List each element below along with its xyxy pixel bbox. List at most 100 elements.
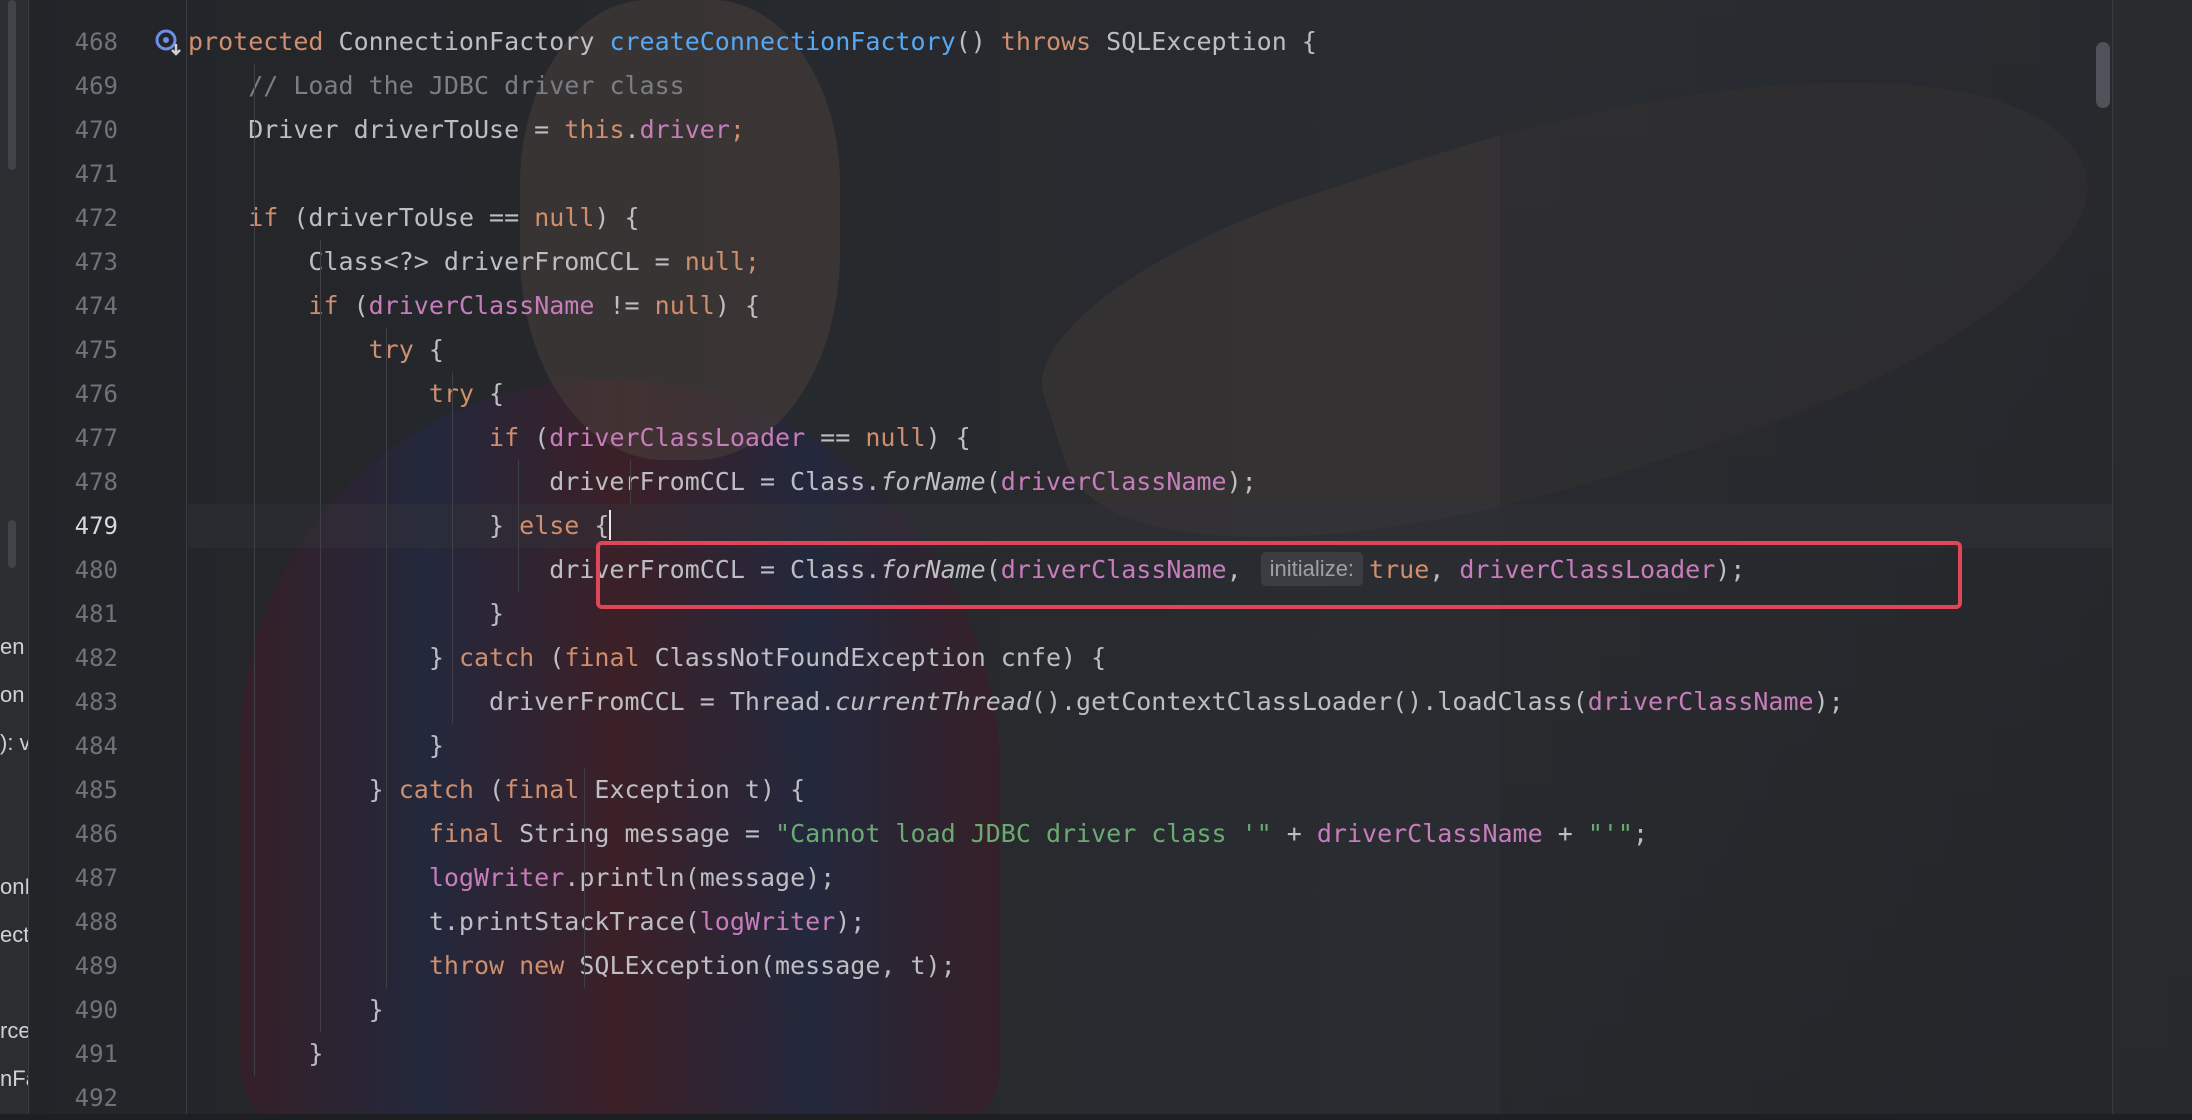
line-number[interactable]: 468	[28, 20, 118, 64]
code-token: }	[188, 995, 384, 1024]
code-token: logWriter	[428, 863, 565, 892]
code-line[interactable]: driverFromCCL = Thread.currentThread().g…	[188, 680, 2112, 724]
code-token: ) {	[714, 291, 761, 320]
project-panel-edge[interactable]: en on ): v onF ect rce nFa	[0, 0, 29, 1114]
code-token: ().getContextClassLoader().loadClass(	[1030, 687, 1588, 716]
line-number[interactable]: 483	[28, 680, 118, 724]
code-line[interactable]	[188, 1076, 2112, 1120]
code-token: try	[368, 335, 429, 364]
code-token: SQLException(message, t);	[579, 951, 956, 980]
line-number[interactable]: 487	[28, 856, 118, 900]
line-number[interactable]: 484	[28, 724, 118, 768]
line-number[interactable]: 469	[28, 64, 118, 108]
line-number-gutter[interactable]: 468 469 470 471 472 473 474 475 476 477 478 479 480 4…	[28, 0, 188, 1114]
code-token: String message =	[519, 819, 776, 848]
code-token: ()	[955, 27, 1001, 56]
code-token: .	[624, 115, 640, 144]
line-number[interactable]: 476	[28, 372, 118, 416]
line-number[interactable]: 478	[28, 460, 118, 504]
code-token: catch	[398, 775, 490, 804]
code-line[interactable]: try {	[188, 372, 2112, 416]
code-line[interactable]: protected ConnectionFactory createConnec…	[188, 20, 2112, 64]
line-number[interactable]: 490	[28, 988, 118, 1032]
code-token: (	[353, 291, 369, 320]
error-stripe[interactable]	[2112, 0, 2192, 1114]
code-token: ;	[1632, 819, 1649, 848]
line-number[interactable]: 473	[28, 240, 118, 284]
panel-text-fragment: nFa	[0, 1066, 28, 1091]
code-line[interactable]: } catch (final ClassNotFoundException cn…	[188, 636, 2112, 680]
code-line[interactable]: }	[188, 1032, 2112, 1076]
code-token: if	[308, 291, 354, 320]
line-number[interactable]: 489	[28, 944, 118, 988]
code-line[interactable]: }	[188, 988, 2112, 1032]
code-line[interactable]: }	[188, 724, 2112, 768]
code-line[interactable]: Driver driverToUse = this.driver;	[188, 108, 2112, 152]
code-token: ;	[744, 247, 760, 276]
code-line[interactable]: driverFromCCL = Class.forName(driverClas…	[188, 460, 2112, 504]
code-token: driverClassName	[1316, 819, 1543, 848]
line-number[interactable]: 488	[28, 900, 118, 944]
code-line[interactable]: try {	[188, 328, 2112, 372]
code-token: (	[549, 643, 565, 672]
code-token: catch	[458, 643, 550, 672]
line-number[interactable]: 485	[28, 768, 118, 812]
panel-text-fragment: ): v	[0, 730, 29, 755]
code-token: );	[1813, 687, 1844, 716]
code-token: // Load the JDBC driver class	[248, 71, 685, 100]
line-number[interactable]: 477	[28, 416, 118, 460]
code-line[interactable]: logWriter.println(message);	[188, 856, 2112, 900]
code-token: driverClassName	[368, 291, 595, 320]
panel-scroll-thumb[interactable]	[8, 520, 16, 568]
line-number[interactable]: 482	[28, 636, 118, 680]
panel-scrollbar[interactable]	[8, 0, 16, 170]
code-token: ) {	[594, 203, 640, 232]
code-token: ) {	[925, 423, 971, 452]
panel-text-fragment: ect	[0, 922, 29, 947]
code-token: protected	[188, 27, 339, 56]
line-number[interactable]: 486	[28, 812, 118, 856]
line-number[interactable]: 472	[28, 196, 118, 240]
code-token: );	[835, 907, 866, 936]
line-number[interactable]: 475	[28, 328, 118, 372]
code-token: }	[188, 775, 399, 804]
line-number[interactable]: 492	[28, 1076, 118, 1120]
code-token: createConnectionFactory	[609, 27, 956, 56]
code-token: !=	[594, 291, 655, 320]
code-line[interactable]: if (driverClassLoader == null) {	[188, 416, 2112, 460]
code-token: }	[188, 511, 520, 540]
code-token: logWriter	[699, 907, 836, 936]
code-token: t.printStackTrace(	[188, 907, 700, 936]
code-token: ;	[729, 115, 745, 144]
indent-guide	[584, 768, 585, 988]
line-number[interactable]: 470	[28, 108, 118, 152]
override-method-icon[interactable]	[154, 28, 184, 58]
line-number[interactable]: 474	[28, 284, 118, 328]
code-token: forName	[880, 467, 986, 496]
line-number[interactable]: 480	[28, 548, 118, 592]
line-number[interactable]: 491	[28, 1032, 118, 1076]
code-line[interactable]: Class<?> driverFromCCL = null;	[188, 240, 2112, 284]
editor-scroll-thumb[interactable]	[2096, 42, 2110, 108]
line-number[interactable]: 481	[28, 592, 118, 636]
code-line[interactable]	[188, 152, 2112, 196]
code-line[interactable]: if (driverClassName != null) {	[188, 284, 2112, 328]
code-line[interactable]: // Load the JDBC driver class	[188, 64, 2112, 108]
text-caret	[609, 510, 612, 540]
line-number[interactable]: 471	[28, 152, 118, 196]
code-line[interactable]: } catch (final Exception t) {	[188, 768, 2112, 812]
code-line[interactable]: if (driverToUse == null) {	[188, 196, 2112, 240]
code-line[interactable]: t.printStackTrace(logWriter);	[188, 900, 2112, 944]
line-number[interactable]: 479	[28, 504, 118, 548]
code-line[interactable]: final String message = "Cannot load JDBC…	[188, 812, 2112, 856]
code-token: Class<?> driverFromCCL =	[188, 247, 685, 276]
code-line[interactable]: throw new SQLException(message, t);	[188, 944, 2112, 988]
code-token: +	[1542, 819, 1588, 848]
code-token: "Cannot load JDBC driver class '"	[775, 819, 1272, 848]
